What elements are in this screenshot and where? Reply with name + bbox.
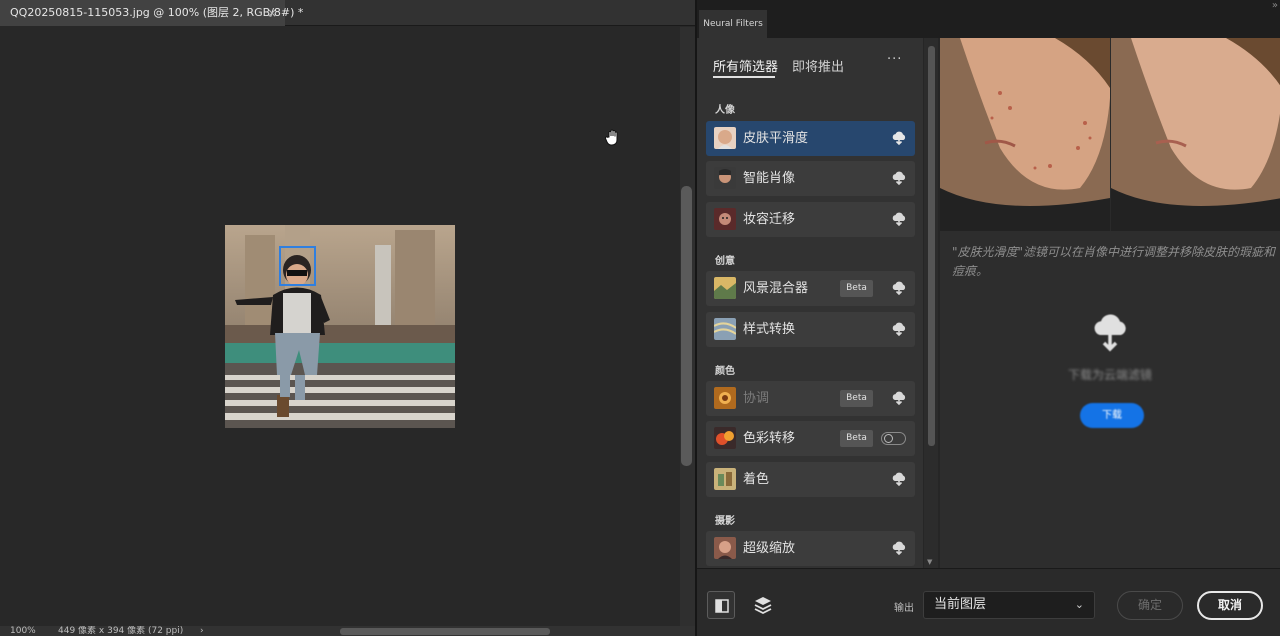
cloud-download-icon[interactable] <box>891 541 907 556</box>
more-options-icon[interactable]: ··· <box>887 52 902 67</box>
document-tab-title: QQ20250815-115053.jpg @ 100% (图层 2, RGB/… <box>10 6 304 19</box>
output-label: 输出 <box>894 603 914 614</box>
skin-smoothing-thumbnail-icon <box>714 127 736 149</box>
filter-item-super-zoom[interactable]: 超级缩放 <box>706 531 915 566</box>
cloud-download-icon[interactable] <box>891 131 907 146</box>
landscape-mixer-thumbnail-icon <box>714 277 736 299</box>
cloud-download-icon[interactable] <box>891 472 907 487</box>
filter-item-landscape-mixer[interactable]: 风景混合器 Beta <box>706 271 915 306</box>
active-tab-underline <box>713 76 775 78</box>
makeup-transfer-thumbnail-icon <box>714 208 736 230</box>
filter-item-colorize[interactable]: 着色 <box>706 462 915 497</box>
zoom-level[interactable]: 100% <box>10 626 36 636</box>
cloud-download-icon[interactable] <box>891 171 907 186</box>
filter-item-label: 协调 <box>743 391 770 406</box>
hand-tool-cursor-icon <box>604 129 618 146</box>
cancel-button[interactable]: 取消 <box>1197 591 1263 620</box>
output-select[interactable]: 当前图层 ⌄ <box>923 591 1095 619</box>
category-color: 颜色 <box>715 366 735 377</box>
tab-coming-soon-label: 即将推出 <box>792 60 845 75</box>
canvas-image[interactable] <box>225 225 455 428</box>
download-cloud-filter-text: 下载为云端滤镜 <box>1067 368 1152 382</box>
document-dimensions: 449 像素 x 394 像素 (72 ppi) <box>58 626 184 636</box>
cloud-download-icon[interactable] <box>891 281 907 296</box>
filter-item-smart-portrait[interactable]: 智能肖像 <box>706 161 915 196</box>
filter-item-style-transfer[interactable]: 样式转换 <box>706 312 915 347</box>
filter-item-label: 样式转换 <box>743 322 796 337</box>
beta-badge: Beta <box>840 390 873 407</box>
filter-toggle-switch[interactable] <box>881 432 906 445</box>
document-tab[interactable]: QQ20250815-115053.jpg @ 100% (图层 2, RGB/… <box>0 0 303 26</box>
panel-header: Neural Filters » <box>697 0 1280 38</box>
filter-item-label: 色彩转移 <box>743 431 796 446</box>
panel-footer: 输出 当前图层 ⌄ 确定 取消 <box>697 568 1280 636</box>
before-after-preview <box>940 38 1280 231</box>
smart-portrait-thumbnail-icon <box>714 167 736 189</box>
cloud-download-icon[interactable] <box>891 322 907 337</box>
category-creative: 创意 <box>715 256 735 267</box>
filter-description: "皮肤光滑度"滤镜可以在肖像中进行调整并移除皮肤的瑕疵和痘痕。 <box>952 245 1276 278</box>
toggle-knob <box>884 434 893 443</box>
colorize-thumbnail-icon <box>714 468 736 490</box>
filter-item-makeup-transfer[interactable]: 妆容迁移 <box>706 202 915 237</box>
harmonization-thumbnail-icon <box>714 387 736 409</box>
before-after-graphic <box>940 38 1280 231</box>
cloud-download-icon[interactable] <box>891 212 907 227</box>
ok-button[interactable]: 确定 <box>1117 591 1183 620</box>
layers-preview-button[interactable] <box>749 591 777 619</box>
filter-detail: "皮肤光滑度"滤镜可以在肖像中进行调整并移除皮肤的瑕疵和痘痕。 下载为云端滤镜 … <box>940 38 1280 568</box>
filter-list-scrollbar-thumb[interactable] <box>928 46 935 446</box>
beta-badge: Beta <box>840 280 873 297</box>
neural-filters-panel: Neural Filters » 所有筛选器 即将推出 ··· 人像 皮肤平滑度 <box>695 0 1280 636</box>
show-before-after-button[interactable] <box>707 591 735 619</box>
filter-list-scrollbar[interactable]: ▼ <box>924 38 938 568</box>
color-transfer-thumbnail-icon <box>714 427 736 449</box>
status-bar: 100% 449 像素 x 394 像素 (72 ppi) › <box>0 626 695 636</box>
filter-item-label: 皮肤平滑度 <box>743 131 809 146</box>
photoshop-window: QQ20250815-115053.jpg @ 100% (图层 2, RGB/… <box>0 0 1280 636</box>
document-tab-bar: QQ20250815-115053.jpg @ 100% (图层 2, RGB/… <box>0 0 695 26</box>
chevron-down-icon: ⌄ <box>1074 598 1084 611</box>
download-button[interactable]: 下载 <box>1080 403 1144 428</box>
scroll-down-icon[interactable]: ▼ <box>927 558 932 566</box>
output-select-value: 当前图层 <box>934 597 987 612</box>
status-menu-arrow-icon[interactable]: › <box>200 626 204 636</box>
cloud-download-icon[interactable] <box>891 391 907 406</box>
tab-all-filters-label: 所有筛选器 <box>713 60 779 75</box>
tab-coming-soon[interactable]: 即将推出 <box>792 56 844 75</box>
filter-item-label: 超级缩放 <box>743 541 796 556</box>
super-zoom-thumbnail-icon <box>714 537 736 559</box>
category-photography: 摄影 <box>715 516 735 527</box>
collapse-panel-icon[interactable]: » <box>1272 0 1278 11</box>
filter-item-label: 风景混合器 <box>743 281 809 296</box>
filter-item-label: 着色 <box>743 472 770 487</box>
panel-tab[interactable]: Neural Filters <box>699 10 767 38</box>
split-view-icon <box>715 599 729 613</box>
beta-badge: Beta <box>840 430 873 447</box>
close-icon[interactable]: × <box>267 0 277 26</box>
canvas-photo-graphic <box>225 225 455 428</box>
tab-all-filters[interactable]: 所有筛选器 <box>713 56 779 78</box>
document-area: QQ20250815-115053.jpg @ 100% (图层 2, RGB/… <box>0 0 695 636</box>
filter-item-label: 智能肖像 <box>743 171 796 186</box>
layers-icon <box>754 597 772 615</box>
filter-item-skin-smoothing[interactable]: 皮肤平滑度 <box>706 121 915 156</box>
vertical-scrollbar-thumb[interactable] <box>681 186 692 466</box>
category-portraits: 人像 <box>715 105 735 116</box>
filter-item-harmonization[interactable]: 协调 Beta <box>706 381 915 416</box>
horizontal-scrollbar-thumb[interactable] <box>340 628 550 635</box>
filter-item-color-transfer[interactable]: 色彩转移 Beta <box>706 421 915 456</box>
filter-item-label: 妆容迁移 <box>743 212 796 227</box>
cloud-download-large-icon <box>1094 314 1126 352</box>
style-transfer-thumbnail-icon <box>714 318 736 340</box>
